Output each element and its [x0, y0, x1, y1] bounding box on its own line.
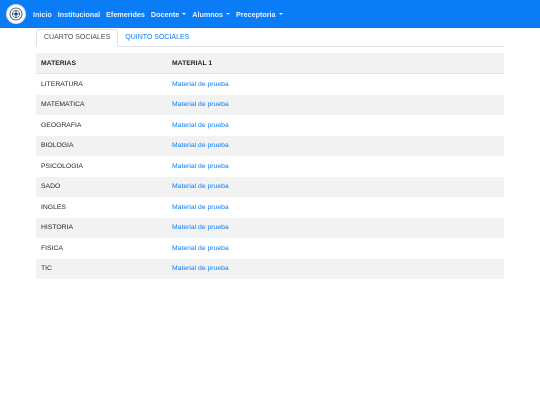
material-link[interactable]: Material de prueba [167, 238, 504, 259]
subject-name: PSICOLOGIA [41, 162, 83, 170]
table-row: BIOLOGIA Material de prueba [36, 135, 504, 156]
column-header-materias: MATERIAS [36, 53, 167, 74]
tab-cuarto-sociales[interactable]: CUARTO SOCIALES [36, 29, 119, 47]
nav-item-alumnos[interactable]: Alumnos [192, 10, 230, 19]
nav-item-preceptoria[interactable]: Preceptoria [236, 10, 283, 19]
material-link[interactable]: Material de prueba [167, 176, 504, 197]
table-row: INGLES Material de prueba [36, 197, 504, 218]
material-link[interactable]: Material de prueba [167, 258, 504, 279]
material-link[interactable]: Material de prueba [167, 135, 504, 156]
table-row: LITERATURA Material de prueba [36, 74, 504, 95]
subject-name: BIOLOGIA [36, 135, 167, 156]
tab-quinto-sociales[interactable]: QUINTO SOCIALES [118, 30, 196, 46]
table-header-row: MATERIAS MATERIAL 1 [36, 53, 504, 74]
subject-name: SADO [36, 176, 167, 197]
nav-item-inicio[interactable]: Inicio [33, 10, 52, 19]
material-link[interactable]: Material de prueba [167, 217, 504, 238]
subject-name: TIC [36, 258, 167, 279]
main-content: CUARTO SOCIALES QUINTO SOCIALES MATERIAS… [36, 28, 504, 279]
table-row: PSICOLOGIA Material de prueba [36, 156, 504, 177]
material-link[interactable]: Material de prueba [167, 156, 504, 177]
nav-item-efemerides[interactable]: Efemerides [106, 10, 145, 19]
school-crest-icon[interactable] [6, 4, 26, 24]
subject-name: MATEMATICA [36, 94, 167, 115]
table-row: TIC Material de prueba [36, 258, 504, 279]
nav-item-institucional[interactable]: Institucional [58, 10, 100, 19]
chevron-down-icon [226, 13, 230, 15]
subject-name: HISTORIA [36, 217, 167, 238]
subject-name: LITERATURA [41, 80, 83, 88]
subject-name: INGLES [41, 203, 66, 211]
table-row: HISTORIA Material de prueba [36, 217, 504, 238]
chevron-down-icon [182, 13, 187, 15]
top-navbar: Inicio Institucional Efemerides Docente … [0, 0, 540, 28]
table-row: MATEMATICA Material de prueba [36, 94, 504, 115]
materials-table: MATERIAS MATERIAL 1 LITERATURA Material d… [36, 53, 504, 279]
material-link[interactable]: Material de prueba [167, 197, 504, 218]
material-link[interactable]: Material de prueba [167, 94, 504, 115]
chevron-down-icon [278, 13, 283, 15]
course-tabs: CUARTO SOCIALES QUINTO SOCIALES [36, 28, 504, 47]
material-link[interactable]: Material de prueba [167, 74, 504, 95]
subject-name: FISICA [41, 244, 63, 252]
material-link[interactable]: Material de prueba [167, 115, 504, 136]
column-header-material-1: MATERIAL 1 [167, 53, 504, 74]
nav-item-docente[interactable]: Docente [151, 10, 187, 19]
table-row: GEOGRAFIA Material de prueba [36, 115, 504, 136]
table-row: FISICA Material de prueba [36, 238, 504, 259]
subject-name: GEOGRAFIA [41, 121, 82, 129]
table-row: SADO Material de prueba [36, 176, 504, 197]
